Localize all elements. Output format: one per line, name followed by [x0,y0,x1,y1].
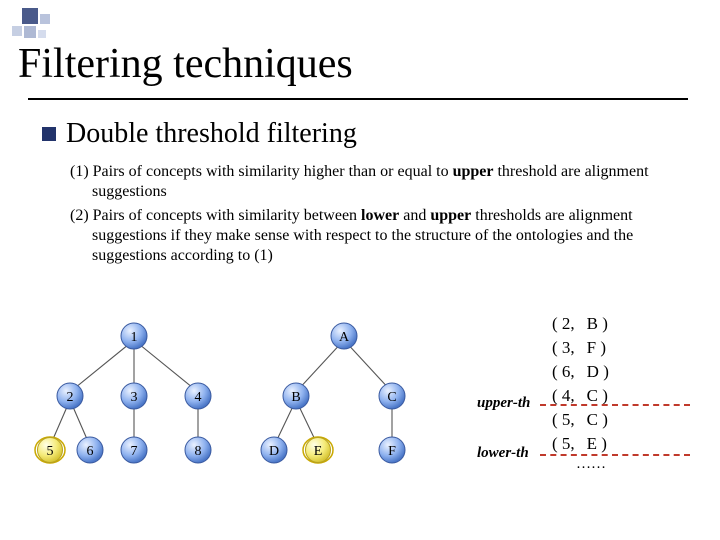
node-a: A [339,330,350,345]
node-1: 1 [131,330,138,345]
rule-1-text: (1) Pairs of concepts with similarity hi… [70,162,680,202]
upper-threshold-label: upper-th [477,395,530,412]
pair-4a: ( 4, [552,386,575,406]
rule-2-text: (2) Pairs of concepts with similarity be… [70,206,680,266]
node-b: B [291,390,300,405]
node-3: 3 [131,390,138,405]
pair-ellipsis: …… [556,456,626,473]
section-heading: Double threshold filtering [66,118,357,150]
lower-threshold-label: lower-th [477,445,529,462]
node-6: 6 [87,444,94,459]
pair-5b: C ) [587,410,608,430]
pair-1a: ( 2, [552,314,575,334]
node-c: C [387,390,396,405]
bullet-icon [42,127,56,141]
node-4: 4 [195,390,202,405]
node-5: 5 [47,444,54,459]
node-e: E [314,444,323,459]
node-7: 7 [131,444,138,459]
upper-threshold-line [540,404,690,406]
pair-6a: ( 5, [552,434,575,454]
pair-1b: B ) [587,314,608,334]
pair-6b: E ) [587,434,607,454]
pair-4b: C ) [587,386,608,406]
node-2: 2 [67,390,74,405]
title-underline [28,98,688,100]
pair-2a: ( 3, [552,338,575,358]
pair-5a: ( 5, [552,410,575,430]
slide-title: Filtering techniques [18,40,353,88]
node-f: F [388,444,396,459]
pair-2b: F ) [587,338,606,358]
node-8: 8 [195,444,202,459]
lower-threshold-line [540,454,690,456]
pair-list: ( 2,B ) ( 3,F ) ( 6,D ) ( 4,C ) ( 5,C ) … [552,312,626,473]
node-d: D [269,444,279,459]
pair-3b: D ) [587,362,609,382]
pair-3a: ( 6, [552,362,575,382]
tree-diagram: 1 2 3 4 5 6 7 8 A B C D E F [34,322,454,492]
